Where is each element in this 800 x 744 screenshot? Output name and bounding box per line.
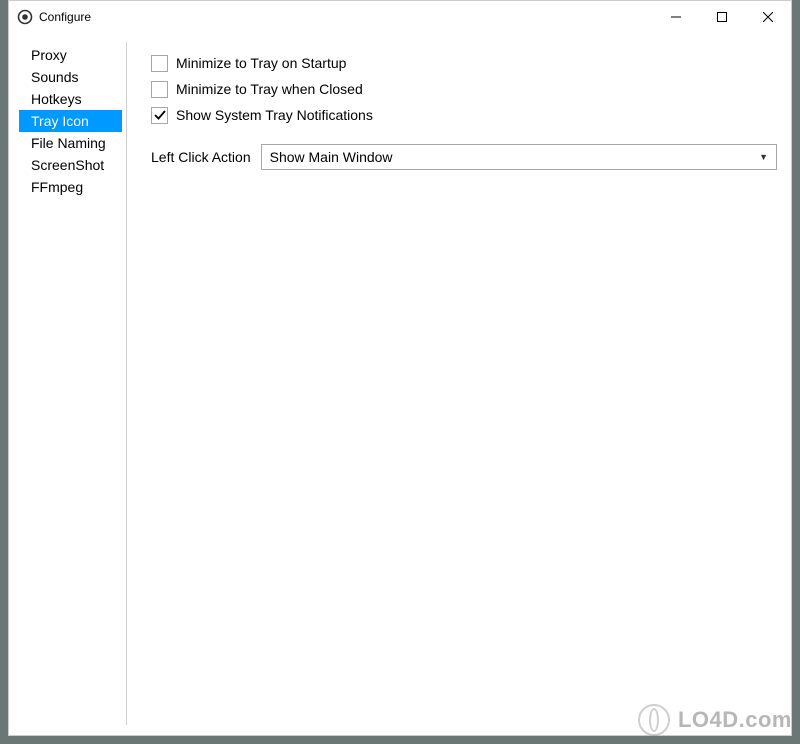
configure-window: Configure Proxy Sounds Hotkeys Tray Icon… <box>8 0 792 736</box>
select-value: Show Main Window <box>270 149 759 165</box>
sidebar-item-label: Sounds <box>31 69 78 85</box>
main-panel: Minimize to Tray on Startup Minimize to … <box>127 42 777 725</box>
sidebar-item-label: Tray Icon <box>31 113 89 129</box>
app-icon <box>17 9 33 25</box>
sidebar-item-tray-icon[interactable]: Tray Icon <box>19 110 122 132</box>
checkbox-row-minimize-closed: Minimize to Tray when Closed <box>151 78 777 100</box>
checkbox-show-notifications[interactable] <box>151 107 168 124</box>
checkbox-minimize-closed[interactable] <box>151 81 168 98</box>
checkbox-label: Minimize to Tray on Startup <box>176 55 346 71</box>
sidebar-item-label: Proxy <box>31 47 67 63</box>
sidebar-item-label: FFmpeg <box>31 179 83 195</box>
checkbox-minimize-startup[interactable] <box>151 55 168 72</box>
checkbox-label: Show System Tray Notifications <box>176 107 373 123</box>
checkbox-label: Minimize to Tray when Closed <box>176 81 363 97</box>
window-title: Configure <box>39 10 653 24</box>
chevron-down-icon: ▼ <box>759 152 768 162</box>
minimize-button[interactable] <box>653 1 699 32</box>
left-click-action-label: Left Click Action <box>151 149 251 165</box>
left-click-action-row: Left Click Action Show Main Window ▼ <box>151 144 777 170</box>
close-button[interactable] <box>745 1 791 32</box>
checkbox-row-show-notifications: Show System Tray Notifications <box>151 104 777 126</box>
sidebar-item-sounds[interactable]: Sounds <box>19 66 122 88</box>
window-controls <box>653 1 791 32</box>
content-area: Proxy Sounds Hotkeys Tray Icon File Nami… <box>9 32 791 735</box>
sidebar: Proxy Sounds Hotkeys Tray Icon File Nami… <box>19 42 127 725</box>
sidebar-item-label: File Naming <box>31 135 106 151</box>
titlebar: Configure <box>9 1 791 32</box>
sidebar-item-proxy[interactable]: Proxy <box>19 44 122 66</box>
sidebar-item-screenshot[interactable]: ScreenShot <box>19 154 122 176</box>
sidebar-item-hotkeys[interactable]: Hotkeys <box>19 88 122 110</box>
sidebar-item-label: Hotkeys <box>31 91 82 107</box>
sidebar-item-label: ScreenShot <box>31 157 104 173</box>
sidebar-item-file-naming[interactable]: File Naming <box>19 132 122 154</box>
maximize-button[interactable] <box>699 1 745 32</box>
sidebar-item-ffmpeg[interactable]: FFmpeg <box>19 176 122 198</box>
checkbox-row-minimize-startup: Minimize to Tray on Startup <box>151 52 777 74</box>
left-click-action-select[interactable]: Show Main Window ▼ <box>261 144 777 170</box>
